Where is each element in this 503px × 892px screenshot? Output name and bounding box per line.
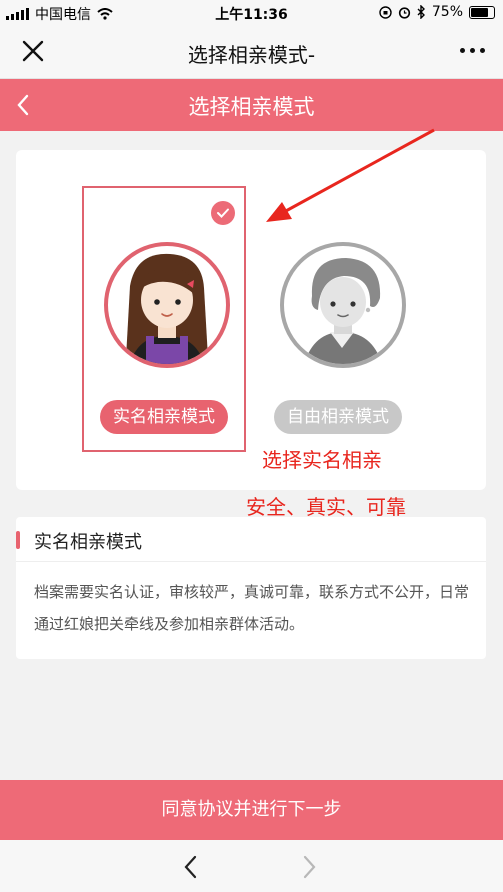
annotation-text-2: 安全、真实、可靠 xyxy=(246,495,406,519)
alarm-icon xyxy=(398,6,410,19)
mode-option-real-name[interactable]: 实名相亲模式 xyxy=(82,186,246,452)
female-avatar-icon xyxy=(104,242,230,368)
check-icon xyxy=(211,201,235,225)
browser-back-icon[interactable] xyxy=(182,854,198,880)
description-text: 档案需要实名认证，审核较严，真诚可靠，联系方式不公开，日常通过红娘把关牵线及参加… xyxy=(34,583,470,633)
description-title: 实名相亲模式 xyxy=(34,532,142,553)
battery-icon xyxy=(469,5,495,19)
agree-next-button[interactable]: 同意协议并进行下一步 xyxy=(0,780,503,840)
page-title: 选择相亲模式 xyxy=(188,95,315,119)
page-header: 选择相亲模式 xyxy=(0,79,503,131)
section-marker xyxy=(16,531,20,549)
mode-label-real-name[interactable]: 实名相亲模式 xyxy=(100,400,228,434)
mode-description-panel: 实名相亲模式 档案需要实名认证，审核较严，真诚可靠，联系方式不公开，日常通过红娘… xyxy=(16,517,486,659)
more-icon[interactable] xyxy=(460,48,485,53)
female-avatar-grey-icon[interactable] xyxy=(280,242,406,368)
orientation-lock-icon xyxy=(379,5,392,19)
webview-navbar: 选择相亲模式- xyxy=(0,26,503,79)
mode-selection-card: 实名相亲模式 自由相亲模式 xyxy=(16,150,486,490)
status-bar: 中国电信 上午11:36 75% xyxy=(0,0,503,26)
browser-forward-icon[interactable] xyxy=(302,854,318,880)
mode-label-free[interactable]: 自由相亲模式 xyxy=(274,400,402,434)
browser-bottom-nav xyxy=(0,840,503,892)
webview-title: 选择相亲模式- xyxy=(187,43,316,67)
bluetooth-icon xyxy=(417,5,425,19)
battery-percent: 75% xyxy=(431,4,463,20)
annotation-text-1: 选择实名相亲 xyxy=(262,448,382,472)
